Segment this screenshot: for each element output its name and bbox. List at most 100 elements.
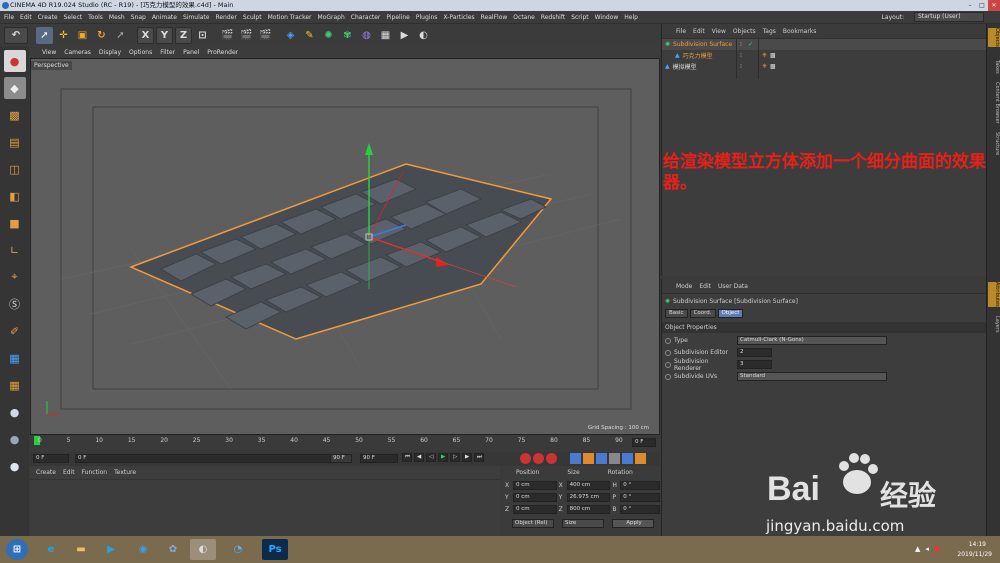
menu-file[interactable]: File [4,14,14,21]
security-icon[interactable]: ● [934,545,940,553]
side-tab-attributes[interactable]: Attributes [988,282,1000,307]
snap-icon[interactable]: Ⓢ [4,293,26,315]
y-axis-lock-button[interactable]: Y [156,26,173,44]
menu-octane[interactable]: Octane [513,14,535,21]
texture-tag-icon[interactable]: ▩ [770,63,776,70]
material-tag-icon[interactable]: ⁜ [762,63,767,70]
texture-mode-icon[interactable]: ▩ [4,104,26,126]
timeline-end-field[interactable]: 0 F [632,438,656,447]
param-key-icon[interactable] [609,453,620,464]
network-icon[interactable]: ▲ [915,545,920,553]
object-menu-edit[interactable]: Edit [693,28,705,35]
rotation-h-field[interactable]: 0 ° [620,481,660,490]
render-picture-viewer-icon[interactable]: 🎬 [238,27,255,44]
start-frame-field[interactable]: 0 F [33,454,69,463]
deformer-icon[interactable]: ◍ [358,27,375,44]
x-axis-lock-button[interactable]: X [137,26,154,44]
animate-dot-icon[interactable] [665,349,671,356]
attr-menu-mode[interactable]: Mode [676,283,692,290]
timeline-window-icon[interactable] [635,453,646,464]
timeline[interactable]: 0 5 10 15 20 25 30 35 40 45 50 55 60 65 … [30,435,660,452]
media-player-icon[interactable]: ▶ [98,539,124,560]
viewport-menu-options[interactable]: Options [129,49,152,56]
menu-x-particles[interactable]: X-Particles [443,14,474,21]
workplane-lock-icon[interactable]: ▦ [4,347,26,369]
rotation-b-field[interactable]: 0 ° [620,505,660,514]
menu-mesh[interactable]: Mesh [109,14,125,21]
photoshop-icon[interactable]: Ps [262,539,288,560]
visibility-dots-icon[interactable]: ⁝ [740,63,742,70]
enabled-check-icon[interactable]: ✓ [748,41,753,48]
size-y-field[interactable]: 26.975 cm [566,493,611,502]
menu-help[interactable]: Help [624,14,638,21]
maximize-button[interactable]: □ [976,0,988,11]
camera-icon[interactable]: ▶ [396,27,413,44]
animate-dot-icon[interactable] [665,373,671,380]
animate-dot-icon[interactable] [665,361,671,368]
object-row-subdivision[interactable]: ✺ Subdivision Surface ⁝ ✓ [662,39,986,50]
edges-mode-icon[interactable]: ◧ [4,185,26,207]
polygons-mode-icon[interactable]: ■ [4,212,26,234]
coord-mode-select[interactable]: Object (Rel) [512,519,554,528]
prev-key-button[interactable]: ◀ [414,453,424,462]
tab-basic[interactable]: Basic [665,309,688,318]
menu-motion-tracker[interactable]: Motion Tracker [268,14,312,21]
z-axis-lock-button[interactable]: Z [175,26,192,44]
sphere-material-3-icon[interactable]: ● [4,455,26,477]
make-editable-icon[interactable]: ● [3,50,26,72]
layout-select[interactable]: Startup (User) [914,12,984,22]
side-tab-takes[interactable]: Takes [988,60,1000,74]
next-key-button[interactable]: ▶ [462,453,472,462]
menu-character[interactable]: Character [351,14,381,21]
sphere-material-icon[interactable]: ● [4,401,26,423]
coordinate-system-icon[interactable]: ⊡ [194,27,211,44]
menu-pipeline[interactable]: Pipeline [386,14,409,21]
side-tab-structure[interactable]: Structure [988,132,1000,155]
rotation-key-icon[interactable] [596,453,607,464]
subdivision-surface-icon[interactable]: ✺ [320,27,337,44]
menu-snap[interactable]: Snap [131,14,146,21]
viewport-menu-prorender[interactable]: ProRender [207,49,238,56]
menu-redshift[interactable]: Redshift [541,14,565,21]
menu-tools[interactable]: Tools [88,14,103,21]
minimize-button[interactable]: – [964,0,976,11]
pen-spline-icon[interactable]: ✎ [301,27,318,44]
material-tag-icon[interactable]: ⁜ [762,52,767,59]
menu-simulate[interactable]: Simulate [183,14,210,21]
current-frame-slider[interactable]: 0 F [75,454,345,463]
volume-icon[interactable]: ◂ [925,545,929,553]
subdivision-renderer-field[interactable]: 3 [737,360,772,369]
object-row-sim[interactable]: ▲ 模拟模型 ⁝ ⁜ ▩ [662,61,986,72]
max-preview-field[interactable]: 90 F [360,454,398,463]
menu-select[interactable]: Select [64,14,83,21]
viewport-menu-cameras[interactable]: Cameras [64,49,91,56]
size-z-field[interactable]: 800 cm [566,505,611,514]
position-key-icon[interactable] [570,453,581,464]
keyframe-selection-icon[interactable] [546,453,557,464]
visibility-dots-icon[interactable]: ⁝ [740,41,742,48]
tab-coord[interactable]: Coord. [689,309,716,318]
object-menu-bookmarks[interactable]: Bookmarks [783,28,817,35]
record-icon[interactable] [520,453,531,464]
texture-tag-icon[interactable]: ▩ [770,52,776,59]
side-tab-objects[interactable]: Objects [988,28,1000,47]
size-x-field[interactable]: 400 cm [566,481,611,490]
tab-object[interactable]: Object [717,309,744,318]
material-menu-create[interactable]: Create [36,469,56,476]
position-z-field[interactable]: 0 cm [512,505,557,514]
position-y-field[interactable]: 0 cm [512,493,557,502]
perspective-viewport[interactable]: Perspective Grid Spacing : 100 cm [30,58,660,435]
render-view-icon[interactable]: 🎬 [219,27,236,44]
menu-sculpt[interactable]: Sculpt [243,14,262,21]
viewport-menu-view[interactable]: View [42,49,56,56]
cinema4d-task-icon[interactable]: ◐ [190,539,216,560]
go-end-button[interactable]: ⏭ [474,453,484,462]
position-x-field[interactable]: 0 cm [512,481,557,490]
scale-key-icon[interactable] [583,453,594,464]
object-menu-file[interactable]: File [676,28,686,35]
autokey-icon[interactable] [533,453,544,464]
qq-browser-icon[interactable]: ◉ [130,539,156,560]
cube-icon[interactable]: ◈ [282,27,299,44]
undo-icon[interactable]: ↶ [4,26,28,44]
ie-browser-icon[interactable]: e [38,539,64,560]
